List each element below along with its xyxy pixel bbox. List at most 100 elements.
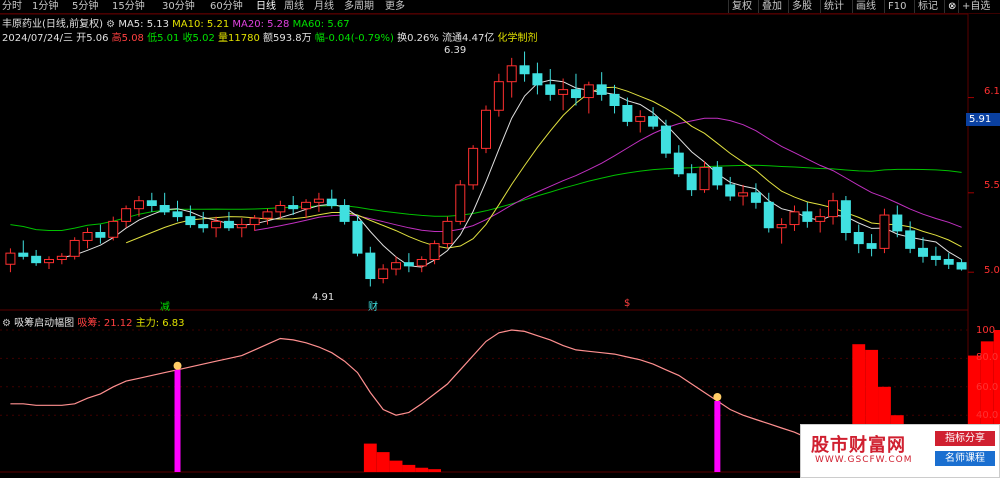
candle-body — [789, 211, 800, 226]
candle-body — [301, 201, 312, 210]
price-label-high: 6.1 — [984, 86, 1000, 97]
candle-body — [82, 232, 93, 241]
indicator-axis-60: 60.0 — [976, 382, 999, 393]
candle-body — [725, 184, 736, 197]
candle-body — [673, 152, 684, 175]
watermark-tag-course[interactable]: 名师课程 — [935, 451, 995, 466]
candle-body — [313, 198, 324, 203]
candle-body — [519, 65, 530, 75]
high-annotation: 6.39 — [444, 45, 467, 56]
ma20-line — [254, 117, 962, 233]
site-watermark: 股市财富网 WWW.GSCFW.COM 指标分享 名师课程 — [800, 424, 1000, 478]
kline-chart[interactable] — [0, 0, 1000, 478]
indicator-axis-40: 40.0 — [976, 410, 999, 421]
candle-body — [763, 201, 774, 229]
candle-body — [236, 224, 247, 229]
candle-body — [699, 166, 710, 191]
candle-body — [403, 262, 414, 267]
candle-body — [648, 116, 659, 127]
candle-body — [545, 84, 556, 95]
candle-body — [892, 214, 903, 232]
candle-body — [622, 105, 633, 122]
candle-body — [815, 216, 826, 222]
indicator-axis-100: 100 — [976, 325, 996, 336]
candle-body — [738, 192, 749, 197]
candle-body — [5, 252, 16, 265]
candle-body — [223, 220, 234, 229]
candle-body — [776, 224, 787, 229]
candle-body — [146, 200, 157, 207]
candle-body — [391, 262, 402, 270]
candle-body — [750, 192, 761, 203]
candle-body — [416, 258, 427, 267]
candle-body — [262, 211, 273, 219]
candle-body — [159, 205, 170, 213]
candle-body — [365, 252, 376, 280]
candle-body — [31, 255, 42, 264]
event-mark-reduce[interactable]: 减 — [160, 298, 170, 313]
candle-body — [493, 81, 504, 111]
indicator-value-main: 主力: 6.83 — [135, 318, 185, 329]
candle-body — [930, 255, 941, 260]
candle-body — [468, 147, 479, 186]
indicator-bar — [389, 460, 403, 472]
candle-body — [828, 200, 839, 218]
candle-body — [121, 208, 132, 222]
indicator-axis-80: 80.0 — [976, 352, 999, 363]
candle-body — [609, 93, 620, 106]
indicator-signal-bar — [714, 401, 721, 472]
indicator-signal-bar — [174, 369, 181, 472]
candle-body — [840, 200, 851, 233]
signal-marker-icon — [173, 361, 182, 370]
current-price-box: 5.91 — [966, 113, 1000, 126]
price-label-mid: 5.5 — [984, 180, 1000, 191]
candle-body — [198, 224, 209, 229]
low-annotation: 4.91 — [312, 292, 335, 303]
candle-body — [879, 214, 890, 249]
candle-body — [326, 198, 337, 207]
candle-body — [866, 243, 877, 249]
indicator-bar — [402, 464, 416, 472]
indicator-name[interactable]: 吸筹启动幅图 — [14, 318, 74, 329]
event-mark-dollar[interactable]: $ — [624, 298, 630, 309]
candle-body — [686, 173, 697, 191]
candle-body — [43, 258, 54, 264]
candle-body — [339, 205, 350, 222]
candle-body — [172, 211, 183, 218]
watermark-title: 股市财富网 — [811, 435, 906, 456]
signal-marker-icon — [713, 393, 722, 401]
candle-body — [288, 205, 299, 210]
indicator-header: ⚙ 吸筹启动幅图 吸筹: 21.12 主力: 6.83 — [2, 314, 185, 329]
candle-body — [853, 232, 864, 245]
watermark-tag-share[interactable]: 指标分享 — [935, 431, 995, 446]
candle-body — [69, 239, 80, 257]
candle-body — [56, 255, 67, 260]
event-mark-finance[interactable]: 财 — [368, 298, 378, 313]
indicator-bar — [415, 467, 429, 472]
candle-body — [558, 89, 569, 95]
candle-body — [506, 65, 517, 83]
candle-body — [802, 211, 813, 222]
candle-body — [211, 220, 222, 229]
indicator-bar — [376, 452, 390, 472]
candle-body — [918, 247, 929, 257]
candle-body — [481, 109, 491, 149]
candle-body — [570, 89, 581, 99]
ma5-line — [61, 79, 962, 268]
candle-body — [95, 232, 106, 238]
candle-body — [956, 262, 967, 270]
indicator-bar — [428, 469, 442, 472]
candle-body — [133, 200, 144, 210]
candle-body — [660, 125, 671, 154]
candle-body — [18, 252, 29, 257]
candle-body — [583, 84, 594, 99]
candle-body — [596, 84, 607, 95]
candle-body — [712, 166, 723, 186]
candle-body — [429, 243, 440, 260]
indicator-settings-icon[interactable]: ⚙ — [2, 318, 11, 329]
candle-body — [249, 217, 260, 226]
candle-body — [635, 116, 646, 122]
watermark-url: WWW.GSCFW.COM — [815, 455, 913, 465]
candle-body — [275, 205, 286, 213]
candle-body — [185, 216, 196, 226]
